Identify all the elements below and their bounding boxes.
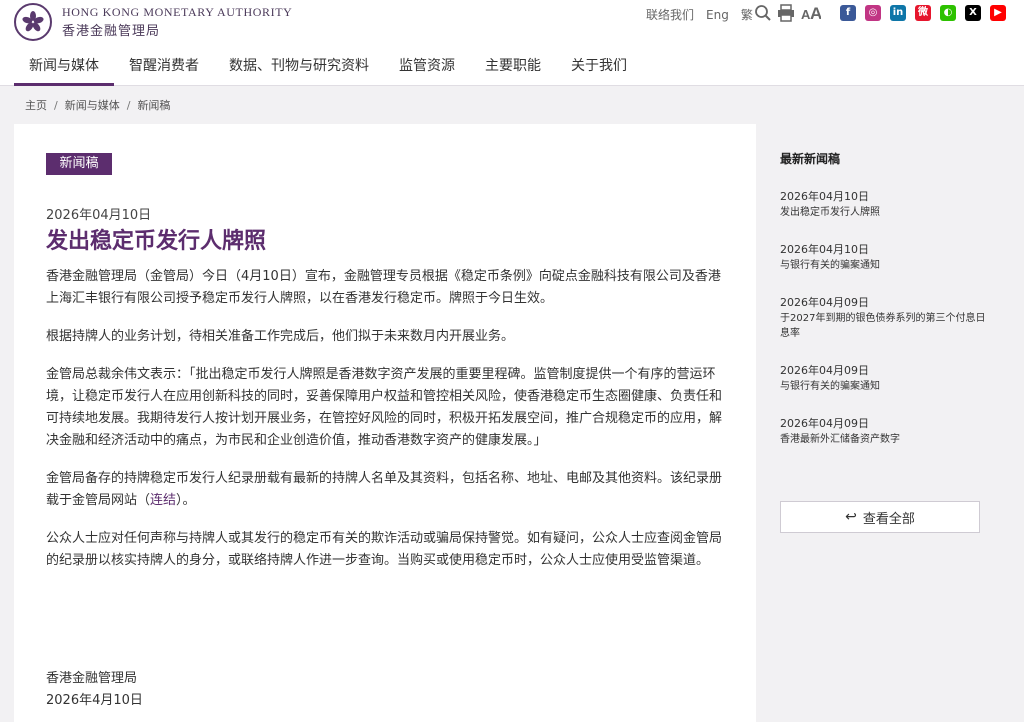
site-header: HONG KONG MONETARY AUTHORITY 香港金融管理局 联络我… xyxy=(0,0,1024,86)
paragraph-2: 根据持牌人的业务计划，待相关准备工作完成后，他们拟于未来数月内开展业务。 xyxy=(46,329,515,344)
search-icon[interactable] xyxy=(754,4,772,22)
article-type-badge: 新闻稿 xyxy=(46,153,112,175)
paragraph-4-text-b: ）。 xyxy=(176,493,196,508)
nav-item-2[interactable]: 数据、刊物与研究资料 xyxy=(214,46,384,86)
news-headline: 与银行有关的骗案通知 xyxy=(780,381,880,392)
utility-links: 联络我们 Eng 繁 xyxy=(646,6,765,23)
youtube-icon[interactable]: ▶ xyxy=(990,5,1006,21)
news-item[interactable]: 2026年04月10日 与银行有关的骗案通知 xyxy=(780,242,990,273)
wechat-icon[interactable]: ◐ xyxy=(940,5,956,21)
article-body: 香港金融管理局（金管局）今日（4月10日）宣布，金融管理专员根据《稳定币条例》向… xyxy=(46,266,726,588)
font-size-icon[interactable]: A A xyxy=(801,4,821,22)
news-date: 2026年04月10日 xyxy=(780,190,869,203)
news-list: 2026年04月10日 发出稳定币发行人牌照 2026年04月10日 与银行有关的骗案… xyxy=(780,189,990,447)
news-item[interactable]: 2026年04月09日 与银行有关的骗案通知 xyxy=(780,363,990,394)
news-date: 2026年04月09日 xyxy=(780,296,869,309)
nav-item-0[interactable]: 新闻与媒体 xyxy=(14,46,114,86)
signature-org: 香港金融管理局 xyxy=(46,671,138,686)
paragraph-4: 金管局备存的持牌稳定币发行人纪录册载有最新的持牌人名单及其资料，包括名称、地址、… xyxy=(46,468,726,512)
hkma-logo[interactable] xyxy=(14,3,52,41)
news-headline: 与银行有关的骗案通知 xyxy=(780,260,880,271)
news-headline: 于2027年到期的银色债券系列的第三个付息日息率 xyxy=(780,313,986,339)
bauhinia-icon xyxy=(22,11,44,32)
news-date: 2026年04月10日 xyxy=(780,243,869,256)
nav-item-5[interactable]: 关于我们 xyxy=(556,46,642,86)
linkedin-icon[interactable]: in xyxy=(890,5,906,21)
paragraph-4-text-a: 金管局备存的持牌稳定币发行人纪录册载有最新的持牌人名单及其资料，包括名称、地址、… xyxy=(46,471,723,508)
nav-item-1[interactable]: 智醒消费者 xyxy=(114,46,214,86)
news-headline: 香港最新外汇储备资产数字 xyxy=(780,434,900,445)
x-icon[interactable]: X xyxy=(965,5,981,21)
signature: 香港金融管理局 2026年4月10日 xyxy=(46,668,143,712)
article-date: 2026年04月10日 xyxy=(46,208,152,223)
lang-tc-link[interactable]: 繁 xyxy=(741,6,753,23)
sidebar-title: 最新新闻稿 xyxy=(780,152,841,166)
view-all-label: 查看全部 xyxy=(862,511,915,527)
main-nav: 新闻与媒体 智醒消费者 数据、刊物与研究资料 监管资源 主要职能 关于我们 xyxy=(14,46,642,86)
news-headline: 发出稳定币发行人牌照 xyxy=(780,207,880,218)
news-date: 2026年04月09日 xyxy=(780,417,869,430)
breadcrumb-separator: / xyxy=(54,99,58,112)
nav-item-3[interactable]: 监管资源 xyxy=(384,46,470,86)
paragraph-5: 公众人士应对任何声称与持牌人或其发行的稳定币有关的欺诈活动或骗局保持警觉。如有疑… xyxy=(46,531,723,568)
latest-news-sidebar: 最新新闻稿 2026年04月10日 发出稳定币发行人牌照 2026年04月10日 与银… xyxy=(780,150,990,469)
instagram-icon[interactable]: ◎ xyxy=(865,5,881,21)
paragraph-1: 香港金融管理局（金管局）今日（4月10日）宣布，金融管理专员根据《稳定币条例》向… xyxy=(46,269,721,306)
news-item[interactable]: 2026年04月09日香港最新外汇储备资产数字 xyxy=(780,416,990,447)
breadcrumb: 主页 / 新闻与媒体 / 新闻稿 xyxy=(25,97,170,113)
brand-name-zh: 香港金融管理局 xyxy=(62,24,161,39)
paragraph-3: 金管局总裁余伟文表示：「批出稳定币发行人牌照是香港数字资产发展的重要里程碑。监管… xyxy=(46,367,723,448)
print-icon[interactable] xyxy=(777,4,795,22)
facebook-icon[interactable]: f xyxy=(840,5,856,21)
brand-name-en: HONG KONG MONETARY AUTHORITY xyxy=(62,5,293,19)
lang-en-link[interactable]: Eng xyxy=(706,8,729,22)
news-item[interactable]: 2026年04月09日于2027年到期的银色债券系列的第三个付息日息率 xyxy=(780,295,990,341)
article-card: 新闻稿 2026年04月10日 发出稳定币发行人牌照 香港金融管理局（金管局）今… xyxy=(14,124,756,722)
breadcrumb-item: 新闻稿 xyxy=(137,99,171,112)
nav-item-4[interactable]: 主要职能 xyxy=(470,46,556,86)
breadcrumb-item[interactable]: 主页 xyxy=(25,99,47,112)
contact-link[interactable]: 联络我们 xyxy=(646,6,694,23)
news-item[interactable]: 2026年04月10日 发出稳定币发行人牌照 xyxy=(780,189,990,220)
news-date: 2026年04月09日 xyxy=(780,364,869,377)
register-link[interactable]: 连结 xyxy=(150,493,176,508)
svg-text:A: A xyxy=(810,4,821,22)
view-all-button[interactable]: ↩ 查看全部 xyxy=(780,501,980,533)
signature-date: 2026年4月10日 xyxy=(46,693,143,708)
breadcrumb-separator: / xyxy=(126,99,131,112)
weibo-icon[interactable]: 微 xyxy=(915,5,931,21)
article-title: 发出稳定币发行人牌照 xyxy=(46,229,267,254)
breadcrumb-item[interactable]: 新闻与媒体 xyxy=(65,99,120,112)
return-arrow-icon: ↩ xyxy=(845,509,857,525)
